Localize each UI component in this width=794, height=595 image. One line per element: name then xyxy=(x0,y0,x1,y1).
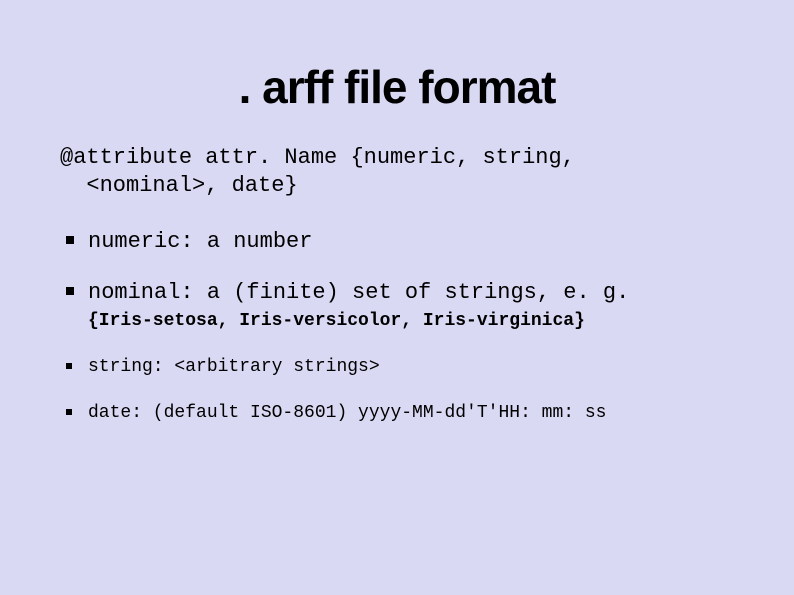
bullet-text: string: <arbitrary strings> xyxy=(88,357,380,377)
slide: . arff file format @attribute attr. Name… xyxy=(0,0,794,595)
attribute-syntax: @attribute attr. Name {numeric, string, … xyxy=(60,144,734,199)
intro-line-2: <nominal>, date} xyxy=(86,173,297,198)
bullet-list: numeric: a number nominal: a (finite) se… xyxy=(60,229,734,423)
bullet-nominal: nominal: a (finite) set of strings, e. g… xyxy=(60,280,734,331)
bullet-text: date: (default ISO-8601) yyyy-MM-dd'T'HH… xyxy=(88,403,606,423)
bullet-text: nominal: a (finite) set of strings, e. g… xyxy=(88,280,629,305)
bullet-date: date: (default ISO-8601) yyyy-MM-dd'T'HH… xyxy=(60,403,734,423)
bullet-numeric: numeric: a number xyxy=(60,229,734,254)
bullet-string: string: <arbitrary strings> xyxy=(60,357,734,377)
bullet-text: numeric: a number xyxy=(88,229,312,254)
intro-line-1: @attribute attr. Name {numeric, string, xyxy=(60,145,575,170)
slide-title: . arff file format xyxy=(60,60,734,114)
bullet-subtext: {Iris-setosa, Iris-versicolor, Iris-virg… xyxy=(88,311,734,331)
